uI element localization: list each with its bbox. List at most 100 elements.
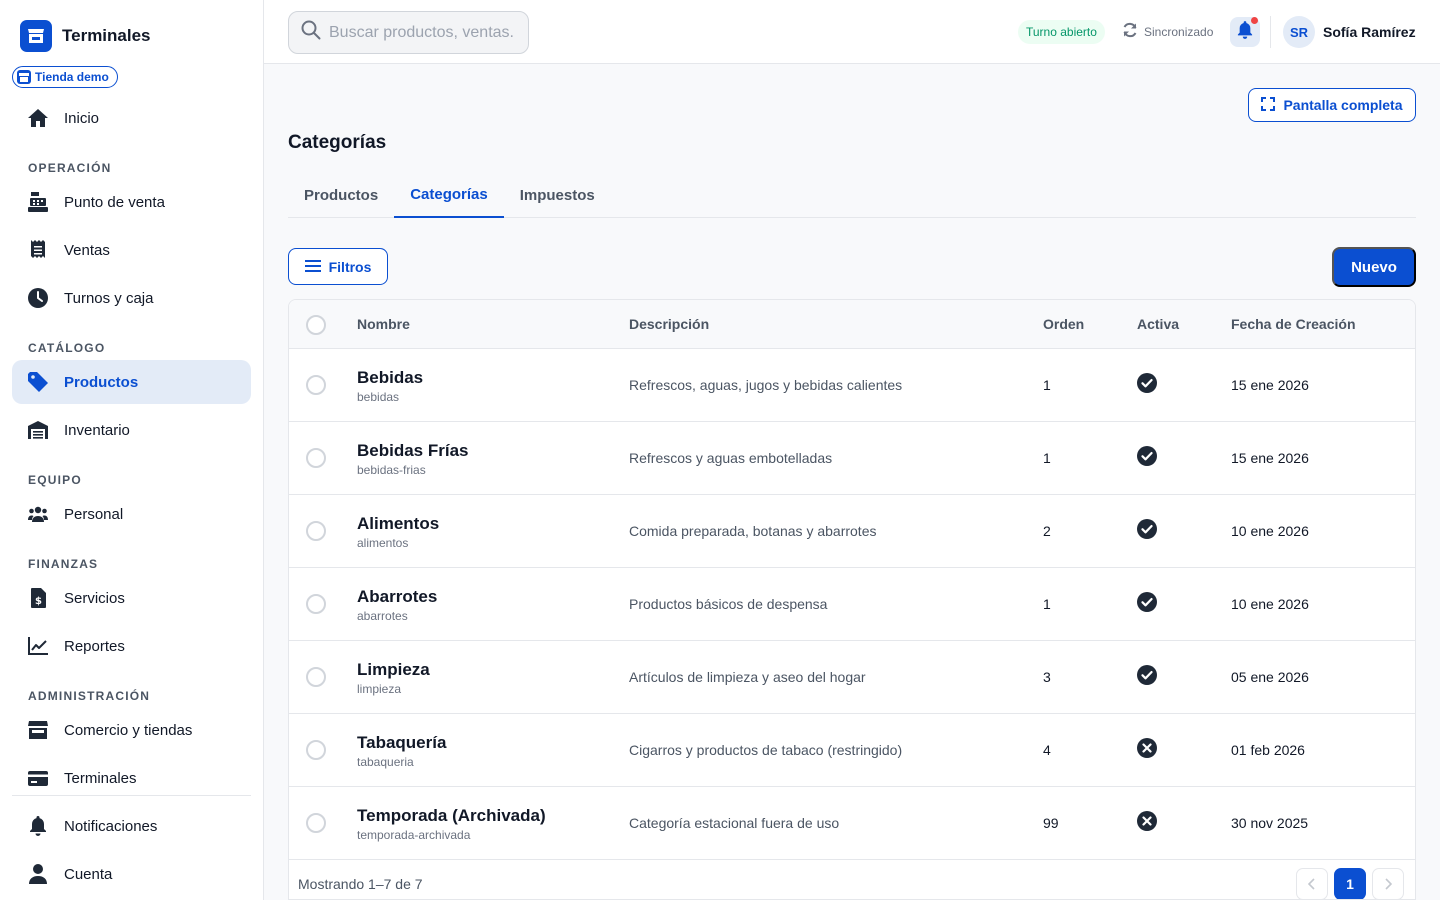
category-created-date: 15 ene 2026 [1231, 450, 1309, 466]
sidebar-item-label: Ventas [64, 241, 110, 259]
search-input[interactable] [329, 23, 515, 42]
category-name[interactable]: Temporada (Archivada) [357, 806, 546, 826]
tab-productos[interactable]: Productos [288, 172, 394, 218]
sidebar-item-inicio[interactable]: Inicio [12, 96, 251, 140]
user-icon [28, 864, 48, 884]
users-icon [28, 504, 48, 524]
sidebar-item-turnos-y-caja[interactable]: Turnos y caja [12, 276, 251, 320]
category-name[interactable]: Bebidas Frías [357, 441, 469, 461]
sidebar-item-personal[interactable]: Personal [12, 492, 251, 536]
column-header-descripcion[interactable]: Descripción [629, 316, 709, 332]
row-checkbox[interactable] [306, 375, 326, 395]
sidebar-item-cuenta[interactable]: Cuenta [12, 852, 251, 896]
column-header-nombre[interactable]: Nombre [357, 316, 410, 332]
check-circle-icon [1137, 665, 1157, 685]
category-order: 2 [1043, 523, 1051, 539]
table-row[interactable]: Tabaquería tabaqueria Cigarros y productos… [289, 714, 1415, 787]
row-checkbox[interactable] [306, 594, 326, 614]
store-name: Tienda demo [35, 70, 109, 84]
nav-section-finanzas: FINANZAS [28, 557, 99, 571]
column-header-fecha-creacion[interactable]: Fecha de Creación [1231, 316, 1356, 332]
category-name[interactable]: Alimentos [357, 514, 439, 534]
sync-status[interactable]: Sincronizado [1122, 22, 1213, 41]
tab-impuestos[interactable]: Impuestos [504, 172, 611, 218]
category-slug: abarrotes [357, 609, 408, 623]
row-checkbox[interactable] [306, 521, 326, 541]
category-description: Refrescos y aguas embotelladas [629, 450, 833, 466]
sidebar-item-label: Reportes [64, 637, 125, 655]
category-created-date: 05 ene 2026 [1231, 669, 1309, 685]
cash-register-icon [28, 192, 48, 212]
sidebar-item-comercio-y-tiendas[interactable]: Comercio y tiendas [12, 708, 251, 752]
check-circle-icon [1137, 373, 1157, 393]
category-created-date: 15 ene 2026 [1231, 377, 1309, 393]
category-slug: temporada-archivada [357, 828, 471, 842]
nav-section-catalogo: CATÁLOGO [28, 341, 106, 355]
check-circle-icon [1137, 446, 1157, 466]
filters-button[interactable]: Filtros [288, 248, 388, 285]
user-name[interactable]: Sofía Ramírez [1323, 24, 1416, 40]
category-description: Cigarros y productos de tabaco (restring… [629, 742, 903, 758]
category-name[interactable]: Bebidas [357, 368, 423, 388]
new-button[interactable]: Nuevo [1332, 247, 1416, 287]
row-checkbox[interactable] [306, 740, 326, 760]
row-checkbox[interactable] [306, 813, 326, 833]
brand[interactable]: Terminales [20, 20, 151, 52]
fullscreen-button[interactable]: Pantalla completa [1248, 88, 1416, 122]
store-logo-icon [20, 20, 52, 52]
row-checkbox[interactable] [306, 448, 326, 468]
sidebar-item-servicios[interactable]: $ Servicios [12, 576, 251, 620]
table-row[interactable]: Limpieza limpieza Artículos de limpieza y … [289, 641, 1415, 714]
avatar[interactable]: SR [1283, 16, 1315, 48]
row-checkbox[interactable] [306, 667, 326, 687]
sidebar-item-ventas[interactable]: Ventas [12, 228, 251, 272]
table-row[interactable]: Bebidas Frías bebidas-frias Refrescos y ag… [289, 422, 1415, 495]
tag-icon [28, 372, 48, 392]
sidebar-item-terminales[interactable]: Terminales [12, 756, 251, 800]
table-row[interactable]: Temporada (Archivada) temporada-archivada… [289, 787, 1415, 860]
notifications-button[interactable] [1230, 17, 1260, 47]
column-header-orden[interactable]: Orden [1043, 316, 1084, 332]
table-row[interactable]: Bebidas bebidas Refrescos, aguas, jugos y … [289, 349, 1415, 422]
fullscreen-label: Pantalla completa [1283, 97, 1403, 113]
page-button-current[interactable]: 1 [1334, 868, 1366, 899]
invoice-dollar-icon: $ [28, 588, 48, 608]
sidebar-item-productos[interactable]: Productos [12, 360, 251, 404]
category-description: Artículos de limpieza y aseo del hogar [629, 669, 866, 685]
category-name[interactable]: Limpieza [357, 660, 430, 680]
sidebar-item-label: Punto de venta [64, 193, 165, 211]
sidebar-item-reportes[interactable]: Reportes [12, 624, 251, 668]
pagination-summary: Mostrando 1–7 de 7 [298, 876, 423, 892]
category-description: Comida preparada, botanas y abarrotes [629, 523, 877, 539]
sidebar-item-inventario[interactable]: Inventario [12, 408, 251, 452]
table-row[interactable]: Abarrotes abarrotes Productos básicos de d… [289, 568, 1415, 641]
select-all-checkbox[interactable] [306, 315, 326, 335]
search-box[interactable] [288, 11, 529, 54]
next-page-button[interactable] [1372, 868, 1404, 899]
tab-categorias[interactable]: Categorías [394, 172, 504, 218]
category-slug: alimentos [357, 536, 409, 550]
sidebar-item-label: Inicio [64, 109, 100, 127]
sync-icon [1122, 22, 1138, 41]
svg-text:$: $ [35, 596, 42, 607]
sidebar-item-label: Personal [64, 505, 124, 523]
prev-page-button[interactable] [1296, 868, 1328, 899]
expand-icon [1261, 96, 1276, 114]
column-header-activa[interactable]: Activa [1137, 316, 1179, 332]
category-order: 1 [1043, 450, 1051, 466]
topbar: Turno abierto Sincronizado SR Sofía Ramí… [264, 0, 1440, 64]
sidebar-item-label: Servicios [64, 589, 125, 607]
brand-name: Terminales [62, 26, 151, 45]
sidebar-item-notificaciones[interactable]: Notificaciones [12, 804, 251, 848]
sidebar: Terminales Tienda demo Inicio OPERACIÓN … [0, 0, 264, 900]
category-name[interactable]: Abarrotes [357, 587, 437, 607]
page-title: Categorías [288, 132, 387, 153]
category-name[interactable]: Tabaquería [357, 733, 446, 753]
sidebar-item-punto-de-venta[interactable]: Punto de venta [12, 180, 251, 224]
categories-table: Nombre Descripción Orden Activa Fecha de… [288, 299, 1416, 900]
x-circle-icon [1137, 811, 1157, 831]
table-row[interactable]: Alimentos alimentos Comida preparada, bota… [289, 495, 1415, 568]
category-created-date: 30 nov 2025 [1231, 815, 1309, 831]
store-selector[interactable]: Tienda demo [12, 66, 118, 88]
category-order: 3 [1043, 669, 1051, 685]
